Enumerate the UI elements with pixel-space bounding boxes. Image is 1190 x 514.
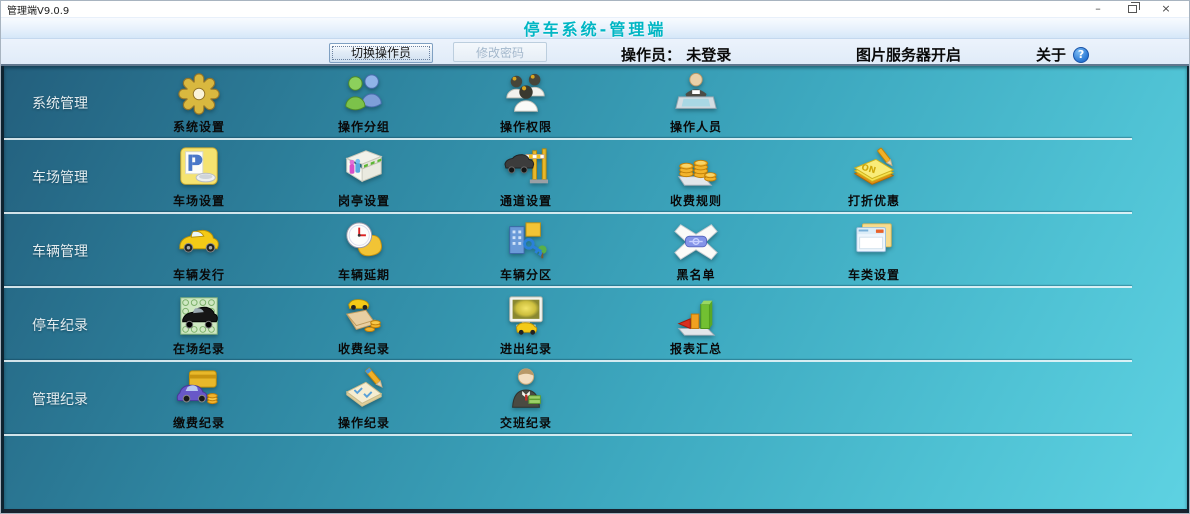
menu-item-operator-groups[interactable]: 操作分组 [297,71,431,135]
menu-item-label: 报表汇总 [669,342,722,356]
menu-item-label: 收费规则 [669,194,722,208]
window-title: 管理端V9.0.9 [7,5,70,17]
menu-item-charge-records[interactable]: 收费纪录 [297,293,431,357]
menu-item-label: 操作人员 [669,120,722,134]
system-settings-icon [175,71,223,117]
page-title: 停车系统-管理端 [523,20,667,39]
minimize-button[interactable]: – [1081,2,1115,16]
menu-item-vehicle-issue[interactable]: 车辆发行 [132,219,266,283]
menu-item-parking-lot-settings[interactable]: 车场设置 [132,145,266,209]
menu-item-label: 交班纪录 [499,416,552,430]
app-window: 管理端V9.0.9 – × 停车系统-管理端 切换操作员 修改密码 操作员： 未… [0,0,1190,514]
operator-groups-icon [340,71,388,117]
booth-settings-icon [340,145,388,191]
change-password-button[interactable]: 修改密码 [453,42,547,62]
menu-item-report-summary[interactable]: 报表汇总 [629,293,763,357]
menu-item-label: 打折优惠 [847,194,900,208]
category-label: 系统管理 [32,96,88,112]
fee-rules-icon [672,145,720,191]
menu-item-system-settings[interactable]: 系统设置 [132,71,266,135]
menu-item-fee-rules[interactable]: 收费规则 [629,145,763,209]
blacklist-icon [672,219,720,265]
operator-status-text: 操作员： 未登录 [621,46,732,64]
menu-item-label: 车辆发行 [172,268,225,282]
menu-item-operator-permissions[interactable]: 操作权限 [459,71,593,135]
menu-item-label: 操作权限 [499,120,552,134]
menu-row: 停车纪录 在场纪录 收费纪录 进出纪录 报表汇总 [4,288,1187,362]
menu-item-inout-records[interactable]: 进出纪录 [459,293,593,357]
menu-item-payment-records[interactable]: 缴费纪录 [132,367,266,431]
about-label: 关于 [1036,46,1067,64]
discount-offers-icon [850,145,898,191]
menu-item-channel-settings[interactable]: 通道设置 [459,145,593,209]
menu-rows: 系统管理 系统设置 操作分组 操作权限 操作人员 车场管理 车场设置 岗亭设置 通道设置收… [1,66,1189,509]
payment-records-icon [175,367,223,413]
about-area: 关于 ? [1036,44,1090,65]
vehicle-class-icon [850,219,898,265]
toolbar: 切换操作员 修改密码 操作员： 未登录 图片服务器开启 关于 ? [1,39,1189,66]
operator-permissions-icon [502,71,550,117]
menu-item-blacklist[interactable]: 黑名单 [629,219,763,283]
menu-item-label: 黑名单 [676,268,716,282]
category-label: 停车纪录 [32,318,88,334]
menu-row: 管理纪录 缴费纪录 操作纪录 交班纪录 [4,362,1187,436]
operation-records-icon [340,367,388,413]
channel-settings-icon [502,145,550,191]
menu-item-operation-records[interactable]: 操作纪录 [297,367,431,431]
menu-item-label: 车辆分区 [499,268,552,282]
menu-row: 车辆管理 车辆发行 车辆延期 车辆分区 黑名单 车类设置 [4,214,1187,288]
menu-item-discount-offers[interactable]: 打折优惠 [807,145,941,209]
menu-item-label: 车场设置 [172,194,225,208]
close-button[interactable]: × [1149,2,1183,16]
vehicle-issue-icon [175,219,223,265]
menu-row: 系统管理 系统设置 操作分组 操作权限 操作人员 [4,66,1187,140]
charge-records-icon [340,293,388,339]
menu-item-onsite-records[interactable]: 在场纪录 [132,293,266,357]
menu-item-label: 岗亭设置 [337,194,390,208]
operator-staff-icon [672,71,720,117]
titlebar: 管理端V9.0.9 – × [1,1,1189,17]
menu-item-booth-settings[interactable]: 岗亭设置 [297,145,431,209]
maximize-button[interactable] [1115,2,1149,16]
menu-item-label: 车辆延期 [337,268,390,282]
menu-item-operator-staff[interactable]: 操作人员 [629,71,763,135]
menu-item-label: 进出纪录 [499,342,552,356]
menu-item-label: 在场纪录 [172,342,225,356]
menu-item-label: 操作分组 [337,120,390,134]
category-label: 管理纪录 [32,392,88,408]
onsite-records-icon [175,293,223,339]
category-label: 车辆管理 [32,244,88,260]
bottom-border [1,509,1189,513]
menu-item-vehicle-extension[interactable]: 车辆延期 [297,219,431,283]
menu-item-label: 车类设置 [847,268,900,282]
menu-row: 车场管理 车场设置 岗亭设置 通道设置 收费规则 打折优惠 [4,140,1187,214]
report-summary-icon [672,293,720,339]
shift-records-icon [502,367,550,413]
menu-item-label: 操作纪录 [337,416,390,430]
restore-icon [1127,2,1140,13]
switch-operator-button[interactable]: 切换操作员 [329,42,433,63]
parking-lot-settings-icon [175,145,223,191]
vehicle-partition-icon [502,219,550,265]
menu-item-label: 收费纪录 [337,342,390,356]
menu-item-shift-records[interactable]: 交班纪录 [459,367,593,431]
vehicle-extension-icon [340,219,388,265]
inout-records-icon [502,293,550,339]
category-label: 车场管理 [32,170,88,186]
app-header: 停车系统-管理端 [1,17,1189,39]
help-icon[interactable]: ? [1073,46,1090,63]
menu-item-label: 系统设置 [172,120,225,134]
menu-item-vehicle-class[interactable]: 车类设置 [807,219,941,283]
image-server-status-text: 图片服务器开启 [856,46,962,64]
menu-item-label: 缴费纪录 [172,416,225,430]
menu-item-label: 通道设置 [499,194,552,208]
menu-item-vehicle-partition[interactable]: 车辆分区 [459,219,593,283]
